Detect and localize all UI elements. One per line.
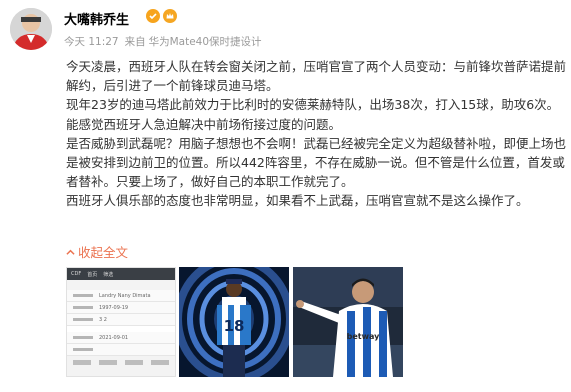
doc-buttons [67, 356, 175, 369]
post-meta: 今天 11:27 来自 华为Mate40保时捷设计 [64, 34, 268, 49]
avatar-image [10, 8, 52, 50]
membership-crown-icon [163, 9, 177, 23]
post-paragraph: 西班牙人俱乐部的态度也非常明显，如果看不上武磊，压哨官宣就不是这么操作了。 [66, 193, 529, 209]
post-device[interactable]: 华为Mate40保时捷设计 [149, 36, 262, 48]
doc-row [67, 344, 175, 356]
user-badges [146, 9, 177, 23]
doc-row: 3 2 [67, 314, 175, 326]
photo-thumbnail-jersey[interactable]: 18 [179, 267, 289, 377]
photo-thumbnail-document[interactable]: CDF 首页 筛选 Landry Nany Dimata 1997-09-19 … [66, 267, 176, 377]
doc-row: 2021-09-01 [67, 332, 175, 344]
doc-row: Landry Nany Dimata [67, 290, 175, 302]
username[interactable]: 大嘴韩乔生 [64, 9, 129, 28]
avatar[interactable] [10, 8, 52, 50]
post-time[interactable]: 今天 11:27 [64, 36, 119, 48]
collapse-label: 收起全文 [78, 245, 129, 260]
jersey-photo-image: 18 [179, 267, 289, 377]
player-photo-image: betway [293, 267, 403, 377]
doc-row: 1997-09-19 [67, 302, 175, 314]
post-body: 今天凌晨，西班牙人队在转会窗关闭之前，压哨官宣了两个人员变动：与前锋坎普萨诺提前… [66, 57, 566, 211]
source-prefix: 来自 [124, 36, 146, 48]
chevron-up-icon [66, 249, 75, 255]
collapse-text-link[interactable]: 收起全文 [66, 242, 128, 261]
post-paragraph: 现年23岁的迪马塔此前效力于比利时的安德莱赫特队，出场38次，打入15球，助攻6… [66, 97, 560, 132]
doc-header: CDF 首页 筛选 [67, 268, 175, 280]
verified-badge-icon [146, 9, 160, 23]
jersey-number: 18 [224, 317, 245, 335]
photo-thumbnail-player[interactable]: betway [293, 267, 403, 377]
post-paragraph: 今天凌晨，西班牙人队在转会窗关闭之前，压哨官宣了两个人员变动：与前锋坎普萨诺提前… [66, 59, 567, 94]
shirt-sponsor-text: betway [347, 332, 381, 341]
post-paragraph: 是否威胁到武磊呢？用脑子想想也不会啊！武磊已经被完全定义为超级替补啦，即便上场也… [66, 135, 567, 190]
